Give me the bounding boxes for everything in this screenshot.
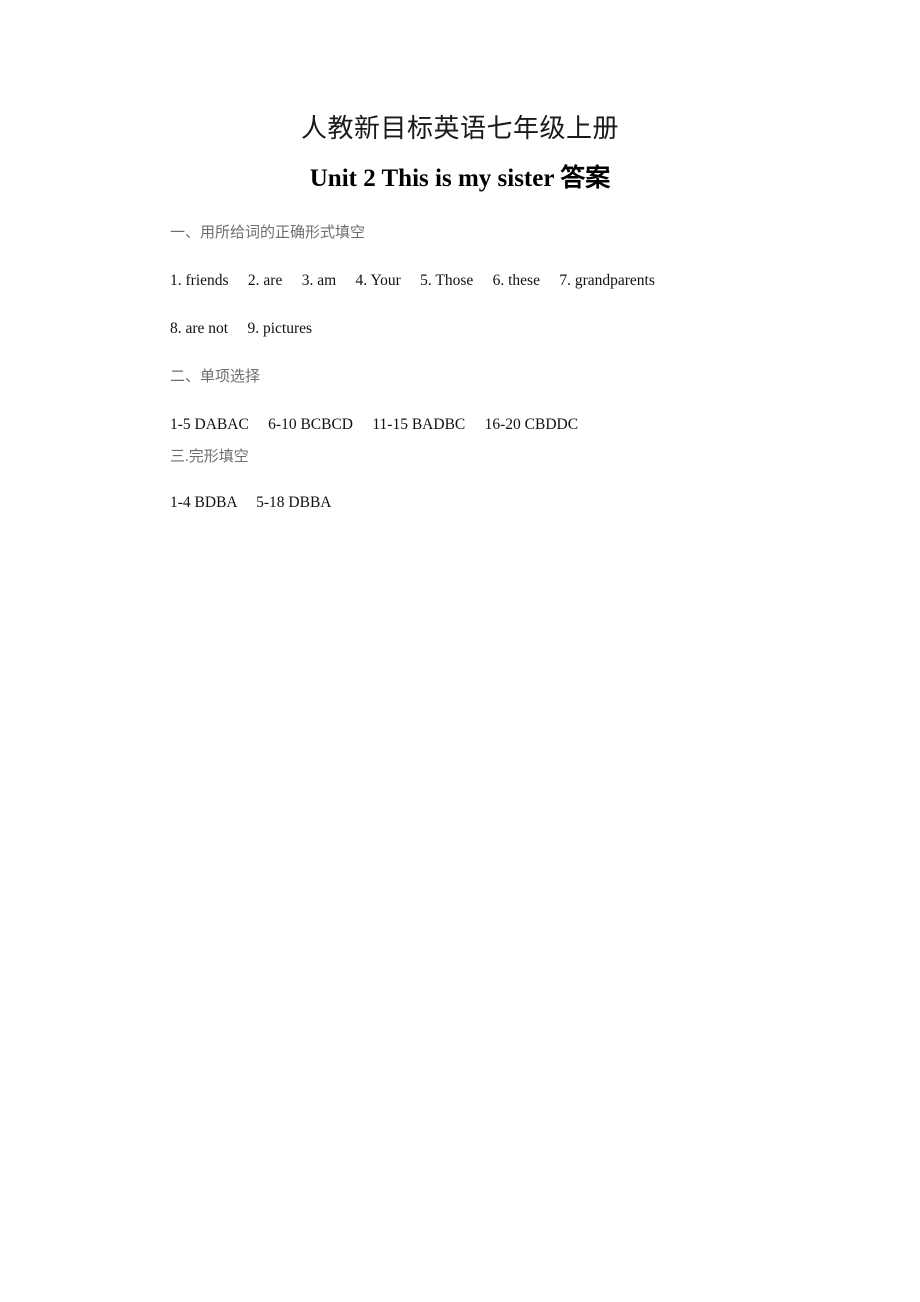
page-title-secondary: Unit 2 This is my sister 答案 bbox=[309, 165, 611, 192]
document-body: 人教新目标英语七年级上册 Unit 2 This is my sister 答案… bbox=[0, 0, 920, 514]
section-heading-multiple-choice: 二、单项选择 bbox=[170, 369, 261, 385]
section-heading-cloze: 三.完形填空 bbox=[170, 449, 249, 465]
page-title-primary: 人教新目标英语七年级上册 bbox=[300, 114, 619, 143]
answer-line-fill-in-blanks-2: 8. are not 9. pictures bbox=[170, 320, 313, 337]
answer-line-multiple-choice-1: 1-5 DABAC 6-10 BCBCD 11-15 BADBC 16-20 C… bbox=[170, 416, 579, 433]
answer-key-content: 一、用所给词的正确形式填空 1. friends 2. are 3. am 4.… bbox=[170, 222, 810, 514]
section-heading-fill-in-blanks: 一、用所给词的正确形式填空 bbox=[170, 225, 366, 241]
document-title-block: 人教新目标英语七年级上册 Unit 2 This is my sister 答案 bbox=[0, 112, 920, 196]
answer-line-cloze-1: 1-4 BDBA 5-18 DBBA bbox=[170, 494, 332, 511]
document-page: 人教新目标英语七年级上册 Unit 2 This is my sister 答案… bbox=[0, 0, 920, 1302]
answer-line-fill-in-blanks-1: 1. friends 2. are 3. am 4. Your 5. Those… bbox=[170, 272, 655, 289]
